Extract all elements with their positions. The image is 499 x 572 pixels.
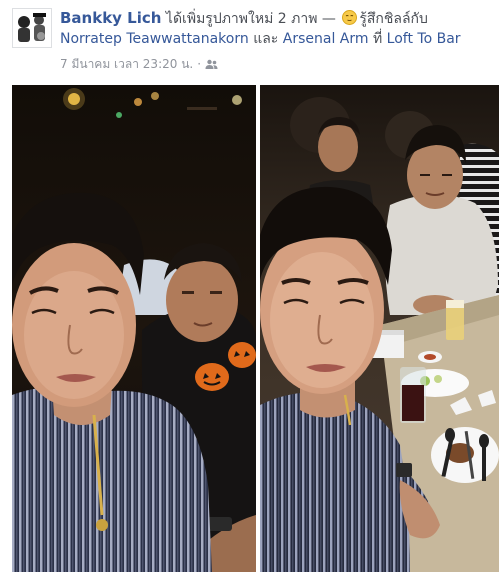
friends-privacy-icon[interactable] — [205, 59, 218, 73]
post-meta: 7 มีนาคม เวลา 23:20 น. · — [60, 57, 218, 73]
at-text: ที่ — [372, 31, 383, 47]
tagged-friend-2-link[interactable]: Arsenal Arm — [283, 31, 369, 47]
place-link[interactable]: Loft To Bar — [387, 31, 461, 47]
post-timestamp-link[interactable]: 7 มีนาคม เวลา 23:20 น. — [60, 57, 193, 71]
post-header: Bankky Lich ได้เพิ่มรูปภาพใหม่ 2 ภาพ — ร… — [60, 8, 492, 49]
photo-2-image — [260, 85, 499, 572]
author-name-link[interactable]: Bankky Lich — [60, 9, 161, 27]
connector-text: และ — [253, 31, 279, 47]
facebook-post: Bankky Lich ได้เพิ่มรูปภาพใหม่ 2 ภาพ — ร… — [0, 0, 499, 572]
photo-1-image — [12, 85, 256, 572]
feeling-text: รู้สึกชิลล์กับ — [359, 11, 428, 27]
avatar-picture — [13, 9, 51, 47]
author-avatar[interactable] — [12, 8, 52, 48]
post-photo-1[interactable] — [12, 85, 256, 572]
post-action-text: ได้เพิ่มรูปภาพใหม่ 2 ภาพ — — [165, 11, 336, 27]
meta-separator: · — [197, 57, 202, 71]
tagged-friend-1-link[interactable]: Norratep Teawwattanakorn — [60, 31, 249, 47]
post-photo-2[interactable] — [260, 85, 499, 572]
relieved-face-emoji-icon — [342, 10, 358, 25]
